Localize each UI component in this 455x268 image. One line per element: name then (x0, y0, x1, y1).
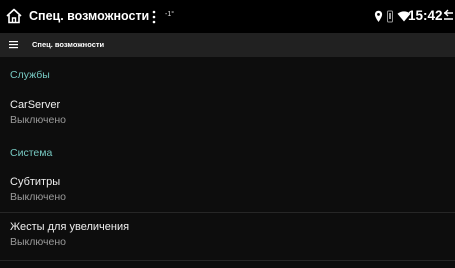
pref-item-title: Субтитры (10, 176, 61, 188)
pref-item-summary: Выключено (10, 114, 66, 126)
pref-item-captions[interactable]: Субтитры Выключено (0, 170, 455, 216)
preferences-list: Службы CarServer Выключено Система Субти… (0, 57, 455, 268)
back-arrow-icon[interactable] (444, 9, 455, 23)
clock: 15:42 (408, 8, 443, 23)
hamburger-menu-icon[interactable] (8, 39, 19, 50)
section-header-services: Службы (10, 69, 50, 81)
pref-item-title: CarServer (10, 99, 61, 111)
pref-item-summary: Выключено (10, 236, 66, 248)
system-icons (374, 9, 411, 23)
app-toolbar: Спец. возможности (0, 33, 455, 57)
location-pin-icon (374, 10, 383, 22)
screen: Спец. возможности -1° 15:42 Спец. возмож… (0, 0, 455, 268)
temperature-readout: -1° (165, 11, 175, 18)
pref-item-magnification-gestures[interactable]: Жесты для увеличения Выключено (0, 215, 455, 261)
status-bar: Спец. возможности -1° 15:42 (0, 0, 455, 33)
pref-item-title: Жесты для увеличения (10, 221, 130, 233)
list-divider (0, 260, 455, 261)
section-header-system: Система (10, 147, 53, 159)
more-vert-icon[interactable] (150, 8, 158, 26)
status-bar-title: Спец. возможности (29, 9, 150, 23)
pref-item-carserver[interactable]: CarServer Выключено (0, 93, 455, 139)
pref-item-summary: Выключено (10, 191, 66, 203)
vibrate-icon (387, 10, 393, 22)
page-title: Спец. возможности (32, 40, 105, 49)
list-divider (0, 212, 455, 213)
home-icon[interactable] (5, 7, 23, 25)
